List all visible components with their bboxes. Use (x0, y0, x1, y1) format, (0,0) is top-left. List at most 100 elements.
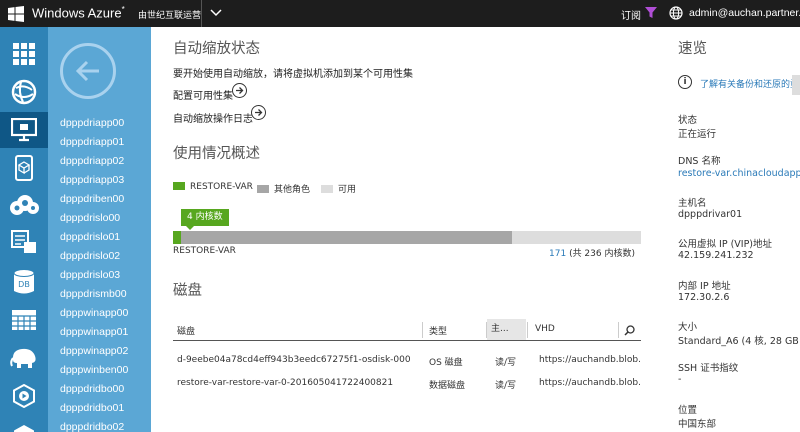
disk-cache: 读/写 (495, 381, 517, 391)
ssh-value: - (678, 374, 682, 385)
autoscale-title: 自动缩放状态 (173, 41, 260, 57)
vm-list-item[interactable]: dpppwinapp02 (60, 345, 128, 357)
scrollbar[interactable] (792, 75, 800, 95)
vm-list-item[interactable]: dpppdridbo01 (60, 402, 124, 414)
all-items-icon (13, 43, 35, 65)
location-value: 中国东部 (678, 419, 717, 430)
more-services-nav[interactable] (0, 416, 48, 432)
back-arrow-icon (75, 60, 99, 82)
column-vhd[interactable]: VHD (535, 324, 555, 334)
cloud-services-nav[interactable] (0, 187, 48, 223)
legend-this-role: RESTORE-VAR (173, 182, 253, 192)
arrow-right-circle-icon (255, 109, 263, 116)
autoscale-log-arrow-button[interactable] (251, 105, 266, 120)
service-nav: DB (0, 27, 48, 432)
cores-badge: 4 内核数 (181, 209, 229, 226)
configure-availability-link[interactable]: 配置可用性集 (173, 87, 233, 102)
mobile-services-nav[interactable] (0, 150, 48, 186)
arrow-right-circle-icon (236, 87, 244, 94)
virtual-machines-nav[interactable] (0, 112, 48, 148)
quick-glance-title: 速览 (678, 41, 707, 57)
storage-nav[interactable] (0, 302, 48, 338)
operator-label: 由世纪互联运营 (138, 11, 202, 21)
disk-name: d-9eebe04a78cd4eff943b3eedc67275f1-osdis… (177, 355, 411, 365)
core-count: 171 (共 236 内核数) (549, 249, 635, 259)
vm-list-item[interactable]: dpppdriapp01 (60, 136, 124, 148)
column-host-cache[interactable]: 主... (487, 319, 526, 340)
vm-list-item[interactable]: dpppdridbo00 (60, 383, 124, 395)
vm-list-item[interactable]: dpppdrismb00 (60, 288, 127, 300)
all-items-nav[interactable] (0, 36, 48, 72)
user-account[interactable]: admin@auchan.partner.onmschina.cn (689, 7, 800, 19)
disk-type: 数据磁盘 (429, 381, 466, 391)
virtual-machines-icon (11, 118, 37, 142)
media-services-icon (13, 384, 35, 408)
configure-availability-arrow-button[interactable] (232, 83, 247, 98)
autoscale-description: 要开始使用自动缩放，请将虚拟机添加到某个可用性集 (173, 69, 413, 80)
disks-title: 磁盘 (173, 283, 202, 299)
core-usage-bar (173, 231, 641, 244)
vm-list-item[interactable]: dpppdrislo01 (60, 231, 120, 243)
globe-icon[interactable] (669, 6, 683, 20)
vm-list-item[interactable]: dpppdriapp03 (60, 174, 124, 186)
vm-list-item[interactable]: dpppwinapp00 (60, 307, 128, 319)
internal-ip-label: 内部 IP 地址 (678, 281, 731, 292)
internal-ip-value: 172.30.2.6 (678, 292, 730, 303)
media-services-nav[interactable] (0, 378, 48, 414)
sql-databases-nav[interactable]: DB (0, 264, 48, 300)
disk-name: restore-var-restore-var-0-20160504172240… (177, 378, 394, 388)
backup-info-link[interactable]: 了解有关备份和还原的重要信息 (700, 77, 800, 90)
status-label: 状态 (678, 115, 698, 126)
this-role-fill (173, 231, 181, 244)
chevron-down-icon[interactable] (210, 8, 222, 18)
column-divider (618, 322, 619, 338)
divider (201, 0, 202, 27)
size-label: 大小 (678, 322, 698, 333)
search-icon[interactable] (624, 325, 635, 336)
disk-vhd: https://auchandb.blob.core.chinacloudapi… (539, 378, 641, 388)
size-value: Standard_A6 (4 核, 28 GB 内存) (678, 336, 800, 347)
vm-list-item[interactable]: dpppdrislo02 (60, 250, 120, 262)
vip-value: 42.159.241.232 (678, 250, 754, 261)
hdinsight-nav[interactable] (0, 340, 48, 376)
column-disk[interactable]: 磁盘 (177, 324, 195, 337)
media-services-icon (14, 425, 34, 432)
vm-list-item[interactable]: dpppdriben00 (60, 193, 124, 205)
web-sites-icon (11, 79, 37, 105)
dns-link[interactable]: restore-var.chinacloudapp.cn (678, 168, 800, 179)
vm-list-item[interactable]: dpppwinben00 (60, 364, 128, 376)
cores-badge-pointer (185, 225, 195, 230)
vm-list-item[interactable]: dpppwinapp01 (60, 326, 128, 338)
hdinsight-icon (10, 348, 36, 368)
vm-list-panel: dpppdriapp00 dpppdriapp01 dpppdriapp02 dppp… (48, 27, 151, 432)
svg-text:DB: DB (18, 280, 30, 289)
vm-list-item[interactable]: dpppdrislo03 (60, 269, 120, 281)
legend-other-roles: 其他角色 (257, 182, 310, 195)
table-header: 磁盘 类型 主... VHD (173, 319, 641, 341)
cloud-services-icon (10, 195, 39, 215)
back-button[interactable] (60, 43, 116, 99)
autoscale-log-link[interactable]: 自动缩放操作日志 (173, 110, 253, 125)
vm-list-item[interactable]: dpppdriapp02 (60, 155, 124, 167)
vm-list-item[interactable]: dpppdrislo00 (60, 212, 120, 224)
filter-icon[interactable] (645, 7, 657, 19)
disk-cache: 读/写 (495, 358, 517, 368)
storage-icon (12, 310, 36, 330)
web-sites-nav[interactable] (0, 74, 48, 110)
column-type[interactable]: 类型 (429, 324, 447, 337)
batch-icon (11, 230, 36, 253)
vm-list-item[interactable]: dpppdridbo02 (60, 421, 124, 432)
main-content: 自动缩放状态 要开始使用自动缩放，请将虚拟机添加到某个可用性集 配置可用性集 自… (151, 27, 641, 432)
disk-type: OS 磁盘 (429, 358, 463, 368)
top-bar: Windows Azure* 由世纪互联运营 订阅 admin@auchan.p… (0, 0, 800, 27)
status-value: 正在运行 (678, 129, 717, 140)
quick-glance-panel: 速览 i 了解有关备份和还原的重要信息 状态 正在运行 DNS 名称 resto… (663, 27, 800, 432)
batch-nav[interactable] (0, 224, 48, 260)
legend-available: 可用 (321, 182, 356, 195)
windows-logo-icon (8, 6, 24, 22)
sql-databases-icon: DB (13, 269, 35, 294)
column-divider (422, 322, 423, 338)
brand-title[interactable]: Windows Azure* (32, 5, 125, 20)
vm-list-item[interactable]: dpppdriapp00 (60, 117, 124, 129)
subscriptions-menu[interactable]: 订阅 (621, 7, 641, 22)
